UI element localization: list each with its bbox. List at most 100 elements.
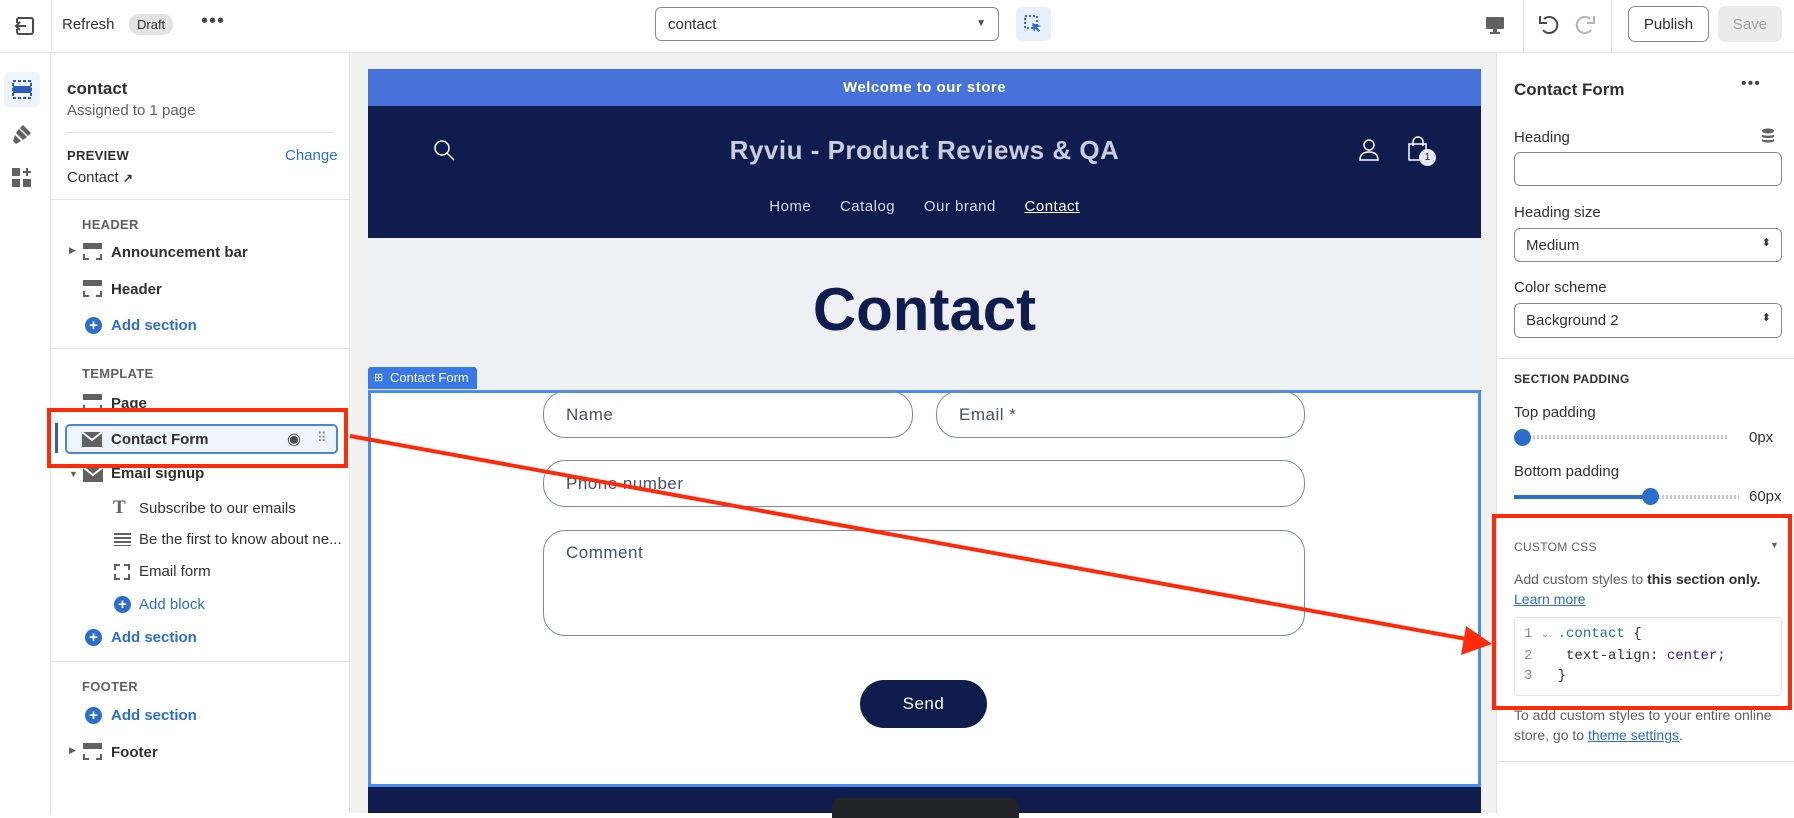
cart-count-badge: 1 [1419, 149, 1436, 166]
theme-settings-link[interactable]: theme settings [1588, 727, 1679, 743]
nav-our-brand[interactable]: Our brand [924, 198, 996, 215]
paintbrush-icon [13, 125, 31, 144]
settings-title: Contact Form [1514, 80, 1625, 99]
color-scheme-select[interactable]: Background 2 ⬍ [1514, 303, 1782, 338]
more-icon[interactable]: ••• [201, 10, 225, 33]
theme-settings-tab[interactable] [11, 123, 33, 149]
add-section-label: Add section [111, 707, 197, 724]
preview-page: Contact [67, 169, 119, 186]
preview-label: PREVIEW [67, 148, 130, 163]
save-button[interactable]: Save [1718, 6, 1782, 42]
template-group-label: TEMPLATE [82, 366, 154, 381]
sections-icon [12, 80, 32, 99]
preview-page-link[interactable]: Contact ↗ [67, 169, 133, 186]
theme-settings-note: To add custom styles to your entire onli… [1514, 705, 1782, 745]
plus-circle-icon: + [85, 317, 102, 334]
block-item[interactable]: Email form [139, 563, 211, 580]
section-icon [83, 243, 102, 260]
exit-icon[interactable] [14, 15, 36, 37]
form-icon [114, 564, 130, 580]
phone-field[interactable]: Phone number [543, 460, 1305, 507]
change-link[interactable]: Change [285, 147, 338, 164]
template-subtitle: Assigned to 1 page [67, 102, 196, 119]
heading-label: Heading [1514, 129, 1570, 146]
footer-group-label: FOOTER [82, 679, 138, 694]
inspector-button[interactable] [1016, 7, 1051, 41]
add-section-header[interactable]: + Add section [85, 317, 197, 334]
refresh-button[interactable]: Refresh [62, 16, 115, 33]
dynamic-source-icon [1762, 128, 1774, 143]
store-preview: Welcome to our store Ryviu - Product Rev… [351, 53, 1496, 818]
sidebar-item-footer[interactable]: Footer [111, 744, 158, 761]
email-field[interactable]: Email * [936, 391, 1305, 438]
heading-size-select[interactable]: Medium ⬍ [1514, 228, 1782, 262]
send-button[interactable]: Send [860, 680, 987, 728]
desktop-icon[interactable] [1485, 15, 1505, 39]
template-select[interactable]: contact ▼ [655, 7, 999, 41]
select-arrows-icon: ⬍ [1761, 237, 1771, 249]
bottom-padding-fill [1514, 495, 1651, 499]
section-tag-label: Contact Form [390, 370, 469, 385]
more-icon[interactable]: ••• [1741, 75, 1761, 93]
divider [1523, 0, 1524, 53]
page-title: Contact [812, 276, 1037, 343]
add-section-template[interactable]: + Add section [85, 629, 197, 646]
apps-icon [12, 168, 31, 187]
add-block-label: Add block [139, 596, 205, 613]
comment-field[interactable]: Comment [543, 530, 1305, 636]
select-element-icon [1024, 15, 1041, 32]
block-item[interactable]: Be the first to know about ne... [139, 531, 342, 548]
heading-input[interactable] [1514, 152, 1782, 186]
top-padding-slider[interactable] [1521, 435, 1728, 439]
store-brand[interactable]: Ryviu - Product Reviews & QA [368, 135, 1481, 166]
add-section-footer[interactable]: + Add section [85, 707, 197, 724]
annotation-box-right [1492, 514, 1792, 710]
top-padding-value: 0px [1749, 429, 1774, 446]
preview-toolbar[interactable] [832, 798, 1019, 818]
paragraph-icon [114, 533, 131, 546]
undo-icon[interactable] [1538, 13, 1560, 39]
top-padding-label: Top padding [1514, 404, 1596, 421]
expand-icon[interactable]: ▶ [69, 745, 76, 756]
name-field[interactable]: Name [543, 391, 913, 438]
sidebar-rail [0, 53, 51, 813]
divider [1611, 0, 1612, 53]
block-item[interactable]: Subscribe to our emails [139, 500, 296, 517]
add-section-label: Add section [111, 317, 197, 334]
bottom-padding-value: 60px [1749, 488, 1782, 505]
top-bar: Refresh Draft ••• contact ▼ Publish Save [0, 0, 1794, 53]
color-scheme-value: Background 2 [1526, 312, 1619, 329]
announcement-bar[interactable]: Welcome to our store [368, 69, 1481, 106]
redo-icon[interactable] [1574, 13, 1596, 39]
store-header: Ryviu - Product Reviews & QA Home Catalo… [368, 106, 1481, 238]
heading-size-label: Heading size [1514, 204, 1601, 221]
external-link-icon: ↗ [122, 171, 133, 185]
expand-icon[interactable]: ▶ [69, 245, 76, 256]
sidebar-item-header[interactable]: Header [111, 281, 162, 298]
select-arrows-icon: ⬍ [1761, 312, 1771, 324]
sidebar-item-announcement-bar[interactable]: Announcement bar [111, 244, 248, 261]
plus-circle-icon: + [85, 707, 102, 724]
top-padding-thumb[interactable] [1514, 429, 1531, 446]
collapse-icon[interactable]: ▼ [69, 469, 78, 479]
status-badge: Draft [129, 14, 174, 35]
template-select-value: contact [668, 16, 717, 33]
section-tag[interactable]: ⊞ Contact Form [368, 367, 477, 389]
chevron-down-icon: ▼ [976, 18, 986, 29]
nav-catalog[interactable]: Catalog [840, 198, 895, 215]
publish-button[interactable]: Publish [1628, 6, 1709, 42]
plus-circle-icon: + [85, 629, 102, 646]
apps-tab[interactable] [12, 168, 32, 192]
heading-size-value: Medium [1526, 237, 1580, 254]
note-end: . [1679, 727, 1683, 743]
header-group-label: HEADER [82, 217, 139, 232]
nav-contact[interactable]: Contact [1025, 198, 1080, 215]
sections-tab[interactable] [4, 72, 40, 107]
add-block-button[interactable]: + Add block [114, 596, 205, 613]
divider [51, 0, 52, 53]
nav-home[interactable]: Home [769, 198, 811, 215]
text-icon: T [113, 497, 126, 518]
section-icon [83, 280, 102, 297]
envelope-icon [83, 467, 103, 482]
bottom-padding-thumb[interactable] [1642, 488, 1659, 505]
